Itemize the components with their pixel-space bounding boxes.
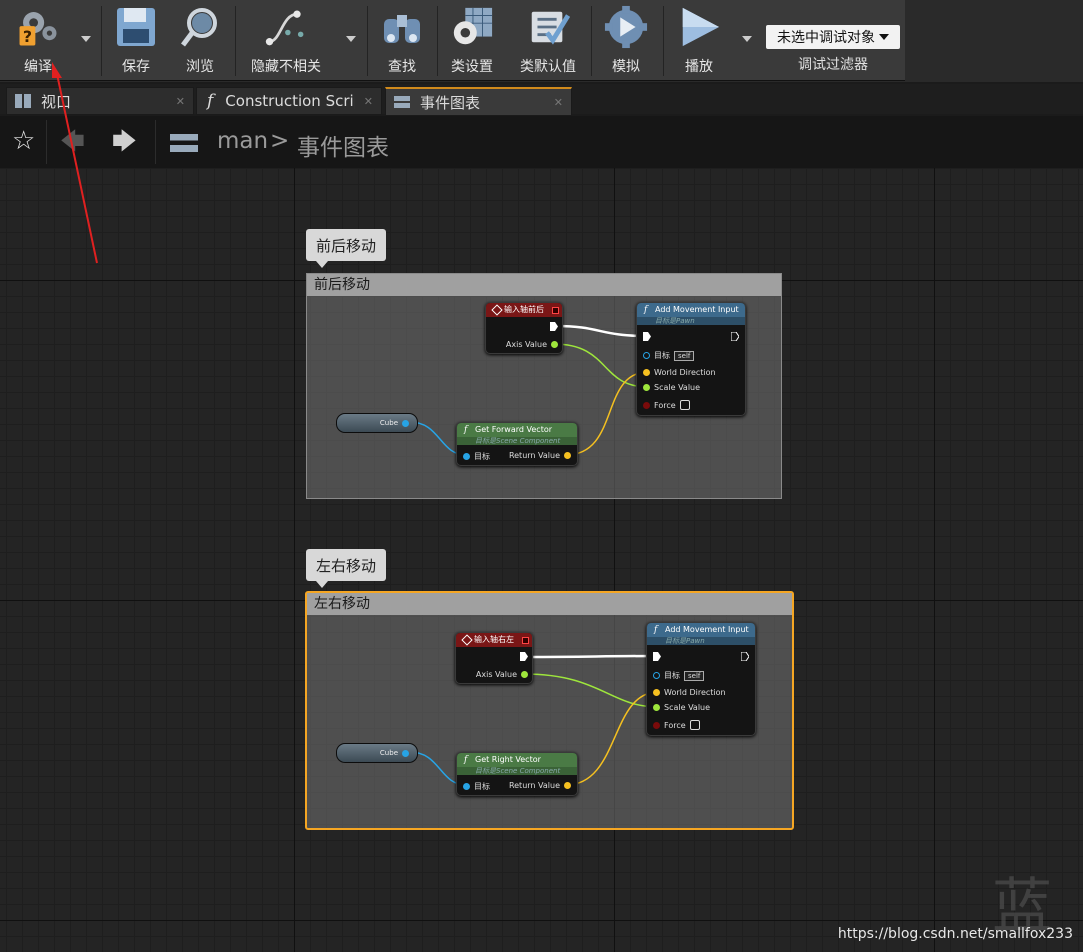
annotation-arrow xyxy=(52,62,98,264)
source-credit: https://blog.csdn.net/smallfox233 xyxy=(837,926,1073,942)
